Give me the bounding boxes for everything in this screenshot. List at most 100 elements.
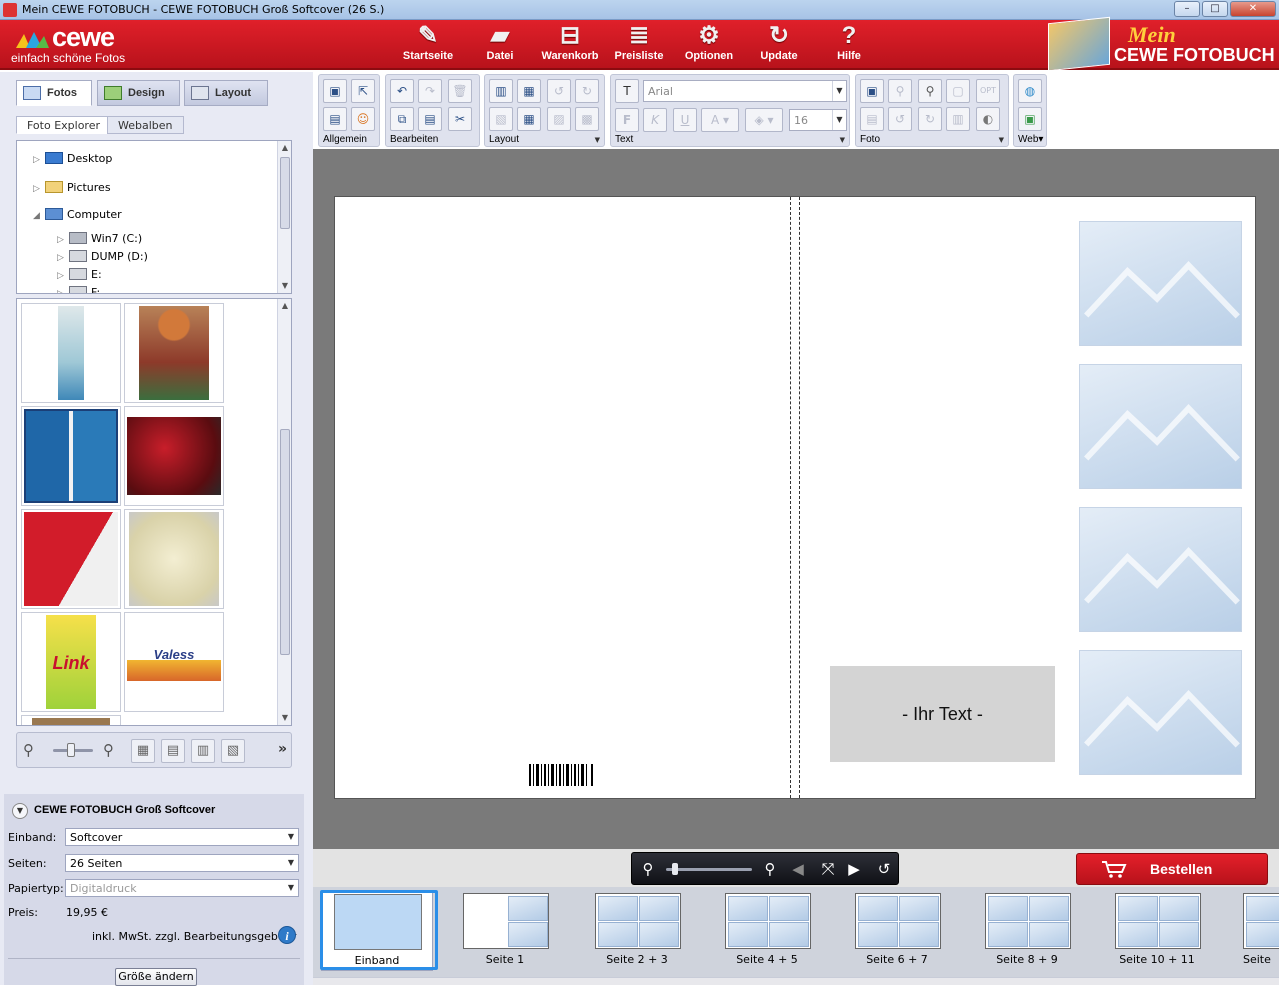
delete-icon[interactable]: 🗑 (448, 79, 472, 103)
nav-warenkorb[interactable]: ⊟ Warenkorb (538, 22, 602, 68)
font-name-select[interactable]: Arial ▼ (643, 80, 847, 102)
send-back-icon[interactable]: ▩ (575, 107, 599, 131)
zoom-slider-handle[interactable] (672, 863, 678, 875)
page-thumb-seite-2-3[interactable]: Seite 2 + 3 (591, 891, 683, 971)
nav-optionen[interactable]: ⚙ Optionen (680, 22, 738, 68)
bring-front-icon[interactable]: ▨ (547, 107, 571, 131)
expand-arrow-icon[interactable]: ▷ (57, 253, 69, 263)
photo-thumb[interactable] (21, 303, 121, 403)
tree-item-computer[interactable]: ◢ Computer (33, 208, 122, 226)
font-size-select[interactable]: 16 ▼ (789, 109, 847, 131)
save-as-icon[interactable]: ▤ (323, 107, 347, 131)
tab-fotos[interactable]: Fotos (16, 80, 92, 106)
photo-placeholder[interactable] (1079, 221, 1242, 346)
rotate-left-icon[interactable]: ↺ (547, 79, 571, 103)
view-options-icon[interactable]: ▧ (221, 739, 245, 763)
text-box-icon[interactable]: T (615, 79, 639, 103)
effects-icon[interactable]: ◐ (976, 107, 1000, 131)
zoom-photo-out-icon[interactable]: ⚲ (888, 79, 912, 103)
fit-to-window-icon[interactable]: ⤧ (816, 858, 840, 880)
photo-thumb[interactable] (21, 509, 121, 609)
web-photo-icon[interactable]: ▣ (1018, 107, 1042, 131)
next-page-icon[interactable]: ▶ (846, 858, 862, 880)
group-label[interactable]: Web▾ (1018, 134, 1043, 145)
expand-arrow-icon[interactable]: ▷ (33, 155, 45, 165)
tree-item-desktop[interactable]: ▷ Desktop (33, 152, 112, 170)
zoom-in-icon[interactable]: ⚲ (760, 858, 780, 880)
redo-icon[interactable]: ↷ (418, 79, 442, 103)
collapse-arrow-icon[interactable]: ◢ (33, 211, 45, 221)
photo-thumb[interactable] (21, 715, 121, 725)
optimize-icon[interactable]: OPT (976, 79, 1000, 103)
text-placeholder[interactable]: - Ihr Text - (830, 666, 1055, 762)
paste-icon[interactable]: ▤ (418, 107, 442, 131)
nav-datei[interactable]: ▰ Datei (475, 22, 525, 68)
text-color-icon[interactable]: A ▾ (701, 108, 739, 132)
add-photo-icon[interactable]: ▣ (860, 79, 884, 103)
italic-button[interactable]: K (643, 108, 667, 132)
expand-arrow-icon[interactable]: ▷ (57, 271, 69, 281)
fill-color-icon[interactable]: ◈ ▾ (745, 108, 783, 132)
expand-arrow-icon[interactable]: ▷ (33, 184, 45, 194)
tab-layout[interactable]: Layout (184, 80, 268, 106)
page-thumb-seite-1[interactable]: Seite 1 (459, 891, 551, 971)
chevron-down-icon[interactable]: ▼ (840, 136, 845, 144)
view-grid-icon[interactable]: ▦ (131, 739, 155, 763)
photo-placeholder[interactable] (1079, 507, 1242, 632)
tree-item-dump[interactable]: ▷ DUMP (D:) (57, 250, 148, 268)
export-icon[interactable]: ⇱ (351, 79, 375, 103)
assistant-icon[interactable]: ☺ (351, 107, 375, 131)
grid-icon[interactable]: ▦ (517, 107, 541, 131)
zoom-slider[interactable] (666, 868, 752, 871)
chevron-down-icon[interactable]: ▼ (999, 136, 1004, 144)
tree-item-pictures[interactable]: ▷ Pictures (33, 181, 111, 199)
order-button[interactable]: Bestellen (1076, 853, 1268, 885)
tree-scrollbar[interactable]: ▲ ▼ (277, 141, 291, 293)
add-page-icon[interactable]: ▦ (517, 79, 541, 103)
zoom-out-icon[interactable]: ⚲ (23, 741, 34, 759)
view-list-icon[interactable]: ▤ (161, 739, 185, 763)
pages-select[interactable]: 26 Seiten ▼ (65, 854, 299, 872)
page-thumb-seite-8-9[interactable]: Seite 8 + 9 (981, 891, 1073, 971)
collapse-icon[interactable]: ▼ (12, 803, 28, 819)
rotate-photo-right-icon[interactable]: ↻ (918, 107, 942, 131)
scroll-down-icon[interactable]: ▼ (278, 279, 291, 293)
page-strip-scrollbar[interactable] (313, 977, 1279, 985)
tab-design[interactable]: Design (97, 80, 180, 106)
cewe-logo[interactable]: cewe (52, 22, 115, 53)
frame-icon[interactable]: ▢ (946, 79, 970, 103)
photo-placeholder[interactable] (1079, 650, 1242, 775)
arrange-icon[interactable]: ▧ (489, 107, 513, 131)
previous-page-icon[interactable]: ◀ (790, 858, 806, 880)
slider-handle[interactable] (67, 743, 75, 757)
expand-arrow-icon[interactable]: ▷ (57, 235, 69, 245)
maximize-button[interactable]: □ (1202, 1, 1228, 17)
page-thumb-next[interactable]: Seite (1239, 891, 1279, 971)
scroll-down-icon[interactable]: ▼ (278, 711, 291, 725)
page-thumb-einband[interactable]: Einband (320, 890, 438, 971)
view-details-icon[interactable]: ▥ (191, 739, 215, 763)
subtab-foto-explorer[interactable]: Foto Explorer (16, 116, 112, 134)
nav-startseite[interactable]: ✎ Startseite (398, 22, 458, 68)
scroll-up-icon[interactable]: ▲ (278, 141, 291, 155)
thumbnails-scrollbar[interactable]: ▲ ▼ (277, 299, 291, 725)
paper-select[interactable]: Digitaldruck ▼ (65, 879, 299, 897)
subtab-webalben[interactable]: Webalben (107, 116, 184, 134)
tree-item-e[interactable]: ▷ E: (57, 268, 102, 286)
binding-select[interactable]: Softcover ▼ (65, 828, 299, 846)
rotate-right-icon[interactable]: ↻ (575, 79, 599, 103)
photo-thumb[interactable] (124, 509, 224, 609)
resize-button[interactable]: Größe ändern (115, 968, 197, 986)
cut-icon[interactable]: ✂ (448, 107, 472, 131)
page-thumb-seite-4-5[interactable]: Seite 4 + 5 (721, 891, 813, 971)
crop-icon[interactable]: ▤ (860, 107, 884, 131)
save-icon[interactable]: ▣ (323, 79, 347, 103)
photo-thumb[interactable] (21, 406, 121, 506)
zoom-photo-in-icon[interactable]: ⚲ (918, 79, 942, 103)
globe-icon[interactable]: ◍ (1018, 79, 1042, 103)
page-thumb-seite-6-7[interactable]: Seite 6 + 7 (851, 891, 943, 971)
nav-preisliste[interactable]: ≣ Preisliste (611, 22, 667, 68)
nav-hilfe[interactable]: ? Hilfe (828, 22, 870, 68)
remove-page-icon[interactable]: ▥ (489, 79, 513, 103)
page-thumb-seite-10-11[interactable]: Seite 10 + 11 (1111, 891, 1203, 971)
